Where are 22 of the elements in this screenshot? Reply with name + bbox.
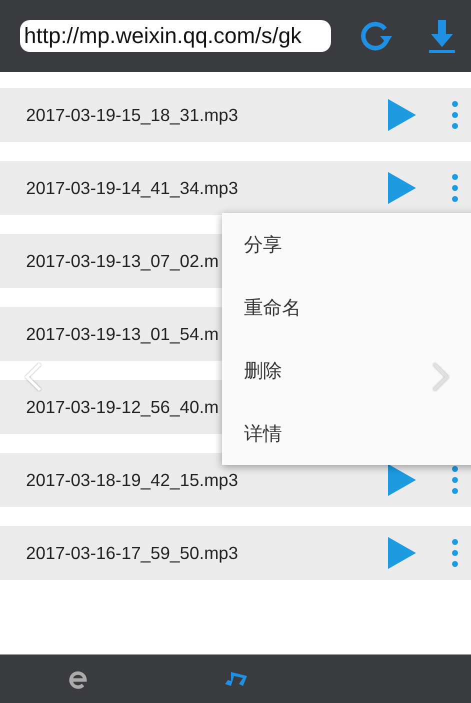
more-icon[interactable] <box>451 465 459 495</box>
file-name: 2017-03-19-13_01_54.m <box>26 324 220 344</box>
file-name: 2017-03-19-12_56_40.m <box>26 396 220 418</box>
menu-item[interactable]: 分享 <box>222 213 471 276</box>
file-name: 2017-03-19-15_18_31.mp3 <box>26 104 240 126</box>
file-name: 2017-03-19-13_07_02.m <box>26 250 220 272</box>
menu-item[interactable]: 重命名 <box>222 276 471 339</box>
play-icon[interactable] <box>387 463 417 497</box>
play-icon[interactable] <box>387 536 417 570</box>
more-icon[interactable] <box>451 538 459 568</box>
play-icon[interactable] <box>387 98 417 132</box>
file-name: 2017-03-19-14_41_34.mp3 <box>26 178 240 198</box>
file-name: 2017-03-16-17_59_50.mp3 <box>26 542 240 564</box>
more-icon[interactable] <box>451 173 459 203</box>
chevron-right-icon[interactable] <box>430 361 452 393</box>
recording-row[interactable]: 2017-03-16-17_59_50.mp3 <box>0 526 471 580</box>
url-field[interactable]: http://mp.weixin.qq.com/s/gk <box>20 20 332 52</box>
menu-item[interactable]: 删除 <box>222 339 471 402</box>
more-icon[interactable] <box>451 100 459 130</box>
play-icon[interactable] <box>387 171 417 205</box>
recording-row[interactable]: 2017-03-19-15_18_31.mp3 <box>0 88 471 142</box>
file-name: 2017-03-18-19_42_15.mp3 <box>26 470 240 490</box>
